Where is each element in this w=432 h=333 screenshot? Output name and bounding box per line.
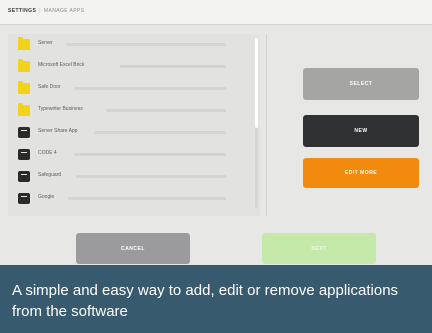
folder-icon: [18, 103, 30, 116]
app-name: Server Share App: [38, 128, 78, 134]
app-list-item[interactable]: Safe Door: [8, 78, 252, 100]
breadcrumb-separator: |: [39, 8, 41, 14]
app-name: Microsoft Excel Brick: [38, 62, 85, 68]
folder-icon: [18, 37, 30, 50]
app-detail-line: [74, 87, 226, 90]
app-list-item[interactable]: Safeguard: [8, 166, 252, 188]
application-icon: [18, 127, 30, 138]
app-detail-line: [94, 131, 226, 134]
app-detail-line: [74, 153, 226, 156]
app-detail-line: [68, 197, 226, 200]
app-screen: SETTINGS | MANAGE APPS Server Microsoft Ex…: [0, 0, 432, 265]
app-list: Server Microsoft Excel Brick Safe Door T…: [8, 34, 260, 216]
edit-more-button[interactable]: EDIT MORE: [303, 158, 419, 188]
app-list-item[interactable]: Google: [8, 188, 252, 210]
cancel-button[interactable]: CANCEL: [76, 233, 190, 264]
scrollbar-thumb[interactable]: [255, 38, 258, 128]
select-button[interactable]: SELECT: [303, 68, 419, 100]
app-detail-line: [66, 43, 226, 46]
caption-banner: A simple and easy way to add, edit or re…: [0, 265, 432, 333]
application-icon: [18, 149, 30, 160]
app-name: Server: [38, 40, 53, 46]
app-detail-line: [106, 109, 226, 112]
folder-icon: [18, 81, 30, 94]
app-list-item[interactable]: Typewriter Business: [8, 100, 252, 122]
next-button[interactable]: NEXT: [262, 233, 376, 264]
application-icon: [18, 171, 30, 182]
app-detail-line: [120, 65, 226, 68]
panel-divider: [266, 34, 267, 216]
app-list-item[interactable]: Microsoft Excel Brick: [8, 56, 252, 78]
app-name: CODE 4: [38, 150, 57, 156]
app-name: Google: [38, 194, 55, 200]
breadcrumb-current[interactable]: SETTINGS: [8, 8, 36, 14]
breadcrumb-section: MANAGE APPS: [43, 8, 85, 14]
app-list-item[interactable]: CODE 4: [8, 144, 252, 166]
new-button[interactable]: NEW: [303, 115, 419, 147]
top-bar: SETTINGS | MANAGE APPS: [0, 0, 432, 25]
caption-text: A simple and easy way to add, edit or re…: [12, 282, 399, 320]
application-icon: [18, 193, 30, 204]
breadcrumb: SETTINGS | MANAGE APPS: [8, 8, 84, 14]
list-scrollbar[interactable]: [255, 38, 258, 208]
app-list-item[interactable]: Server Share App: [8, 122, 252, 144]
app-name: Safe Door: [38, 84, 61, 90]
app-detail-line: [76, 175, 226, 178]
app-name: Typewriter Business: [38, 106, 83, 112]
app-name: Safeguard: [38, 172, 62, 178]
folder-icon: [18, 59, 30, 72]
app-list-item[interactable]: Server: [8, 34, 252, 56]
